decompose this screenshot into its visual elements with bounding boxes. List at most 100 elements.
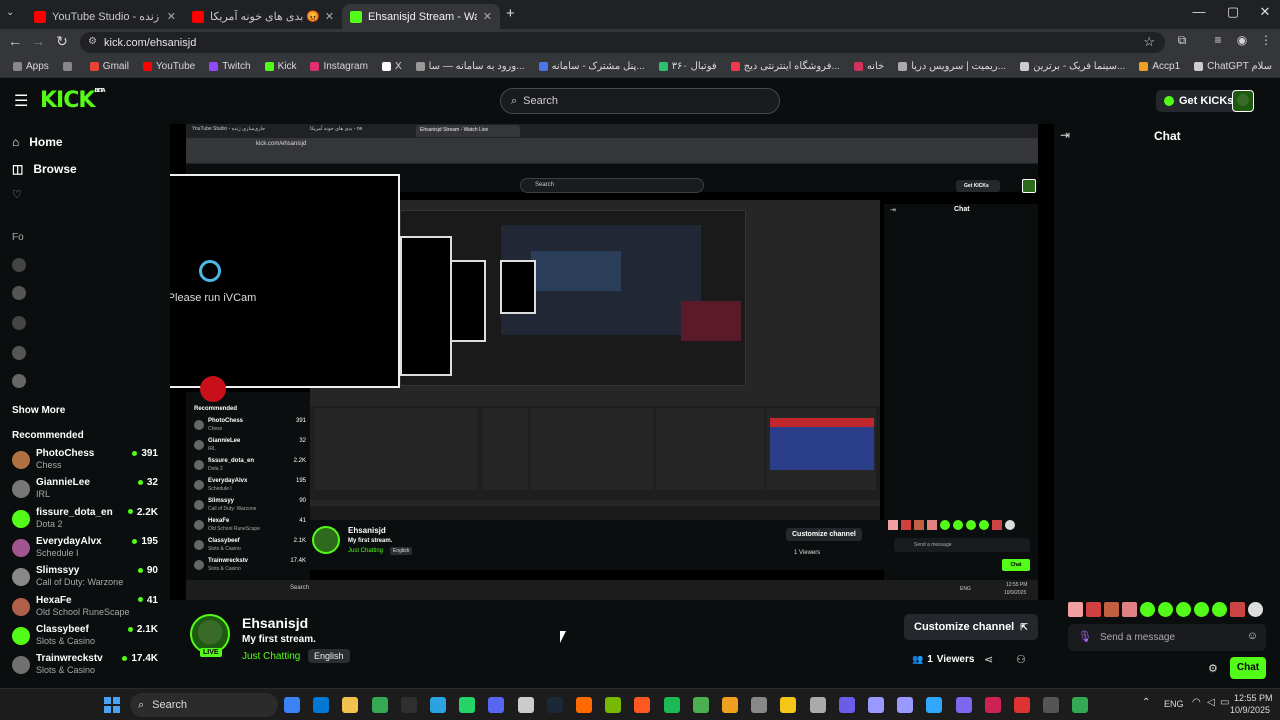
tray-time[interactable]: 12:55 PM [1234,693,1273,703]
taskbar-app-obs-icon[interactable] [400,697,417,713]
taskbar-app-whatsapp-icon[interactable] [459,697,476,713]
taskbar-app-chrome-icon[interactable] [371,697,388,713]
emote-icon[interactable] [1086,602,1101,617]
bookmark-item[interactable]: Apps [8,61,54,72]
extensions-icon[interactable]: ⧉ [1172,33,1192,48]
taskbar-app-app7-icon[interactable] [780,697,797,713]
chat-send-button[interactable]: Chat [1230,657,1266,679]
battery-icon[interactable]: ▭ [1220,697,1229,708]
video-player[interactable]: YouTube Studio - جاری‌سازی زنده بدی های … [170,124,1054,600]
taskbar-app-explorer-icon[interactable] [342,697,359,713]
back-icon[interactable]: ← [5,33,25,49]
bookmark-item[interactable]: ورود به سامانه — سا... [411,61,530,72]
taskbar-app-app11-icon[interactable] [984,697,1001,713]
url-field[interactable]: ⚙ kick.com/ehsanisjd ☆ [80,32,1165,53]
browser-tab-youtube-studio[interactable]: YouTube Studio - جاری‌سازی زنده ✕ [26,4,184,29]
wifi-icon[interactable]: ◠ [1192,697,1201,708]
browser-tab-kick[interactable]: Ehsanisjd Stream - Watch Live o ✕ [342,4,500,29]
taskbar-app-app13-icon[interactable] [1043,697,1060,713]
sidebar-recommended-channel[interactable]: GiannieLee IRL 32 [12,477,162,505]
taskbar-search[interactable]: ⌕ Search [130,693,278,717]
emote-icon[interactable] [1122,602,1137,617]
customize-channel-button[interactable]: Customize channel ⇱ [904,614,1038,640]
collapse-chat-icon[interactable]: ⇥ [1060,128,1070,142]
taskbar-app-app8-icon[interactable] [809,697,826,713]
stream-tag[interactable]: English [308,649,350,663]
tray-date[interactable]: 10/9/2025 [1230,705,1270,715]
tray-chevron-icon[interactable]: ⌃ [1142,697,1150,708]
minimize-icon[interactable]: — [1182,4,1216,19]
bookmark-item[interactable]: Accp1 [1134,61,1185,72]
followed-avatar[interactable] [12,374,26,388]
share-icon[interactable]: ⋖ [984,653,993,666]
followed-avatar[interactable] [12,316,26,330]
hamburger-menu-icon[interactable]: ☰ [14,91,28,111]
taskbar-app-app5-icon[interactable] [722,697,738,713]
media-icon[interactable]: ≡ [1208,33,1228,47]
taskbar-app-app3-icon[interactable] [634,697,651,713]
maximize-icon[interactable]: ▢ [1216,4,1250,20]
emote-icon[interactable] [1230,602,1245,617]
bookmark-item[interactable]: X [377,61,407,72]
taskbar-app-app2-icon[interactable] [576,697,592,713]
taskbar-app-app9-icon[interactable] [838,697,855,713]
follow-icon[interactable]: ⚇ [1016,653,1026,666]
emote-icon[interactable] [1248,602,1263,617]
taskbar-app-chrome2-icon[interactable] [1072,697,1089,713]
sidebar-recommended-channel[interactable]: Slimssyy Call of Duty: Warzone 90 [12,565,162,593]
show-more-link[interactable]: Show More [12,405,65,416]
taskbar-app-app12-icon[interactable] [1014,697,1030,713]
sidebar-recommended-channel[interactable]: EverydayAlvx Schedule I 195 [12,536,162,564]
followed-avatar[interactable] [12,258,26,272]
close-icon[interactable]: ✕ [325,10,334,23]
sidebar-recommended-channel[interactable]: Trainwreckstv Slots & Casino 17.4K [12,653,162,681]
get-kicks-button[interactable]: Get KICKs [1156,90,1242,112]
taskbar-app-aftereffects-icon[interactable] [868,697,884,713]
close-icon[interactable]: ✕ [167,10,176,23]
bookmark-item[interactable]: سینما فریک - برترین... [1015,61,1130,72]
windows-start-icon[interactable] [104,697,120,713]
tray-language[interactable]: ENG [1164,699,1184,709]
emote-icon[interactable] [1212,602,1227,617]
taskbar-app-copilot-icon[interactable] [284,697,300,713]
chat-settings-icon[interactable]: ⚙ [1208,662,1218,675]
sidebar-recommended-channel[interactable]: PhotoChess Chess 391 [12,448,162,476]
taskbar-app-discord-icon[interactable] [488,697,505,713]
browser-tab-youtube-video[interactable]: بدی های خونه آمریکا 😡 ❌ - ne ✕ [184,4,342,29]
volume-icon[interactable]: ◁ [1207,697,1215,708]
user-avatar[interactable] [1232,90,1254,112]
taskbar-app-nvidia-icon[interactable] [605,697,622,713]
sidebar-recommended-channel[interactable]: fissure_dota_en Dota 2 2.2K [12,507,162,535]
bookmark-item[interactable]: Twitch [204,61,255,72]
bookmark-item[interactable]: ChatGPT سلام [1189,61,1277,72]
new-tab-button[interactable]: + [506,5,515,22]
emote-icon[interactable] [1104,602,1119,617]
bookmark-item[interactable]: YouTube [138,61,200,72]
sidebar-item-home[interactable]: ⌂ Home [12,135,63,149]
site-info-icon[interactable]: ⚙ [88,36,97,47]
emote-icon[interactable] [1194,602,1209,617]
forward-icon[interactable]: → [28,33,48,49]
taskbar-app-app-icon[interactable] [517,697,534,713]
close-icon[interactable]: ✕ [483,10,492,23]
taskbar-app-app4-icon[interactable] [692,697,709,713]
bookmark-item[interactable]: فوتبال ۳۶۰ [654,61,722,72]
emoji-icon[interactable]: ☺ [1247,630,1258,642]
taskbar-app-app6-icon[interactable] [751,697,768,713]
profile-icon[interactable]: ◉ [1232,33,1252,47]
sidebar-recommended-channel[interactable]: Classybeef Slots & Casino 2.1K [12,624,162,652]
followed-avatar[interactable] [12,346,26,360]
kick-logo[interactable]: KICKBETA [40,88,106,113]
menu-icon[interactable]: ⋮ [1256,33,1276,47]
taskbar-app-store-icon[interactable] [313,697,330,713]
streamer-username[interactable]: Ehsanisjd [242,615,308,631]
sidebar-recommended-channel[interactable]: HexaFe Old School RuneScape 41 [12,595,162,623]
reload-icon[interactable]: ↻ [52,33,72,50]
bookmark-item[interactable]: Kick [260,61,302,72]
emote-icon[interactable] [1140,602,1155,617]
taskbar-app-steam-icon[interactable] [546,697,563,713]
tab-search-icon[interactable]: ⌄ [6,7,14,18]
bookmark-item[interactable]: خانه [849,61,889,72]
bookmark-item[interactable] [58,62,81,71]
stream-category[interactable]: Just Chatting [242,651,300,662]
